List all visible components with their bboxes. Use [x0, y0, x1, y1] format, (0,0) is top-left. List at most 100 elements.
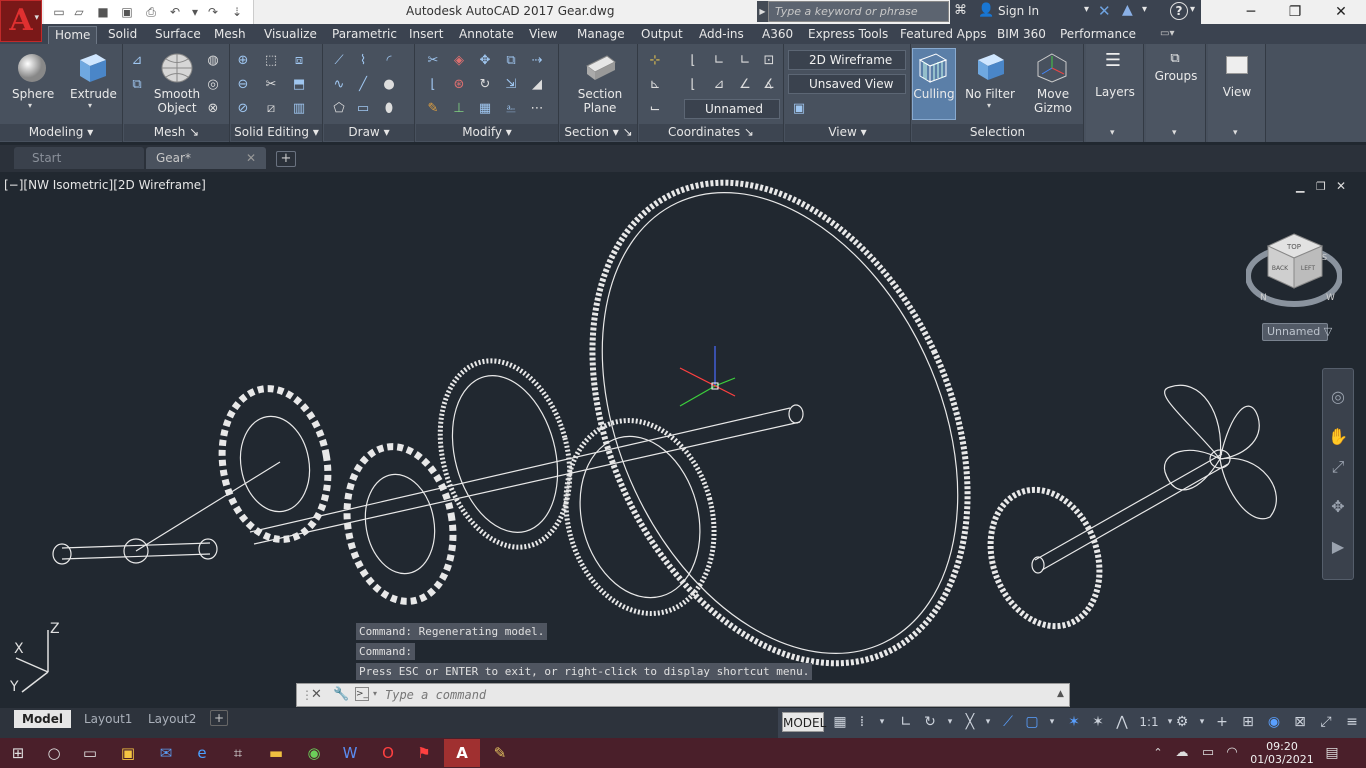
chevron-down-icon[interactable]: ▾: [987, 101, 991, 110]
undo-dropdown-icon[interactable]: ▾: [188, 5, 202, 19]
zoom-extents-icon[interactable]: ⤢: [1326, 455, 1350, 479]
tab-mesh[interactable]: Mesh: [214, 26, 246, 44]
paint-icon[interactable]: ✎: [482, 739, 518, 767]
visual-style-dropdown[interactable]: 2D Wireframe: [788, 50, 906, 70]
ucs-view-icon[interactable]: ⊿: [710, 76, 728, 94]
tab-parametric[interactable]: Parametric: [332, 26, 397, 44]
tab-layout1[interactable]: Layout1: [76, 710, 140, 728]
groups-button[interactable]: Groups: [1150, 69, 1202, 83]
ellipse-icon[interactable]: ⬮: [380, 100, 398, 118]
restore-button[interactable]: ❐: [1272, 0, 1318, 24]
circle-icon[interactable]: ●: [380, 76, 398, 94]
wifi-icon[interactable]: ◠: [1220, 739, 1244, 767]
panel-title-coordinates[interactable]: Coordinates ↘: [639, 124, 783, 141]
pan-icon[interactable]: ✋: [1326, 425, 1350, 449]
chevron-down-icon[interactable]: ▾: [1233, 128, 1238, 138]
customization-menu-icon[interactable]: ≡: [1342, 712, 1362, 732]
close-icon[interactable]: ✕: [311, 687, 322, 702]
ucs-z-icon[interactable]: ∠: [736, 76, 754, 94]
add-layout-button[interactable]: +: [210, 710, 228, 726]
system-clock[interactable]: 09:20 01/03/2021: [1246, 739, 1318, 767]
file-tab-start[interactable]: Start: [14, 147, 144, 169]
ucs-icon[interactable]: ⊹: [646, 52, 664, 70]
camera-icon[interactable]: ⌗: [220, 739, 256, 767]
polar-icon[interactable]: ↻: [920, 712, 940, 732]
customize-wrench-icon[interactable]: 🔧: [333, 687, 349, 702]
chevron-down-icon[interactable]: ▾: [1190, 4, 1195, 15]
tab-visualize[interactable]: Visualize: [264, 26, 317, 44]
mesh-refine-icon[interactable]: ◎: [204, 76, 222, 94]
copy-icon[interactable]: ⧉: [502, 52, 520, 70]
new-tab-button[interactable]: +: [276, 151, 296, 167]
viewport-config-icon[interactable]: ▣: [790, 100, 808, 118]
3d-mirror-icon[interactable]: ⊛: [450, 76, 468, 94]
clean-screen-icon[interactable]: ⤢: [1316, 712, 1336, 732]
rectangle-icon[interactable]: ▭: [354, 100, 372, 118]
autocad-taskbar-icon[interactable]: A: [444, 739, 480, 767]
user-icon[interactable]: 👤: [978, 3, 994, 18]
notification-icon[interactable]: ▤: [1318, 739, 1346, 767]
layers-button[interactable]: Layers: [1090, 85, 1140, 99]
move-icon[interactable]: ✥: [476, 52, 494, 70]
chevron-down-icon[interactable]: ▾: [940, 712, 960, 732]
file-tab-gear[interactable]: Gear* ✕: [146, 147, 266, 169]
line-icon[interactable]: ⟋: [330, 52, 348, 70]
chevron-down-icon[interactable]: ▾: [28, 101, 32, 110]
polygon-icon[interactable]: ⬠: [330, 100, 348, 118]
array-icon[interactable]: ▦: [476, 100, 494, 118]
tab-solid[interactable]: Solid: [108, 26, 137, 44]
windows-start-icon[interactable]: ⊞: [0, 739, 36, 767]
plot-icon[interactable]: ⎙: [144, 5, 158, 19]
tab-view[interactable]: View: [529, 26, 557, 44]
slice-icon[interactable]: ⧄: [262, 100, 280, 118]
hardware-acceleration-icon[interactable]: ⊠: [1290, 712, 1310, 732]
chevron-up-icon[interactable]: ⌃: [1148, 739, 1168, 767]
extrude-button[interactable]: Extrude: [70, 87, 117, 101]
word-icon[interactable]: W: [332, 739, 368, 767]
annotation-scale-icon[interactable]: ⋀: [1112, 712, 1132, 732]
section-plane-button[interactable]: Section Plane: [574, 87, 626, 115]
chevron-down-icon[interactable]: ▾: [373, 689, 377, 698]
tab-featured-apps[interactable]: Featured Apps: [900, 26, 986, 44]
viewcube[interactable]: TOP BACK LEFT N W S: [1246, 228, 1342, 310]
autodesk-a360-icon[interactable]: ▲: [1122, 2, 1133, 18]
chrome-icon[interactable]: ◉: [296, 739, 332, 767]
scale-icon[interactable]: ◢: [528, 76, 546, 94]
customize-qat-icon[interactable]: ⇣: [230, 5, 244, 19]
steering-wheel-icon[interactable]: ◎: [1326, 385, 1350, 409]
undo-icon[interactable]: ↶: [168, 5, 182, 19]
shell-icon[interactable]: ▥: [290, 100, 308, 118]
subtract-icon[interactable]: ⊖: [234, 76, 252, 94]
application-menu-button[interactable]: A ▾: [0, 0, 42, 42]
polyline-icon[interactable]: ⌇: [354, 52, 372, 70]
panel-title-modeling[interactable]: Modeling ▾: [0, 124, 122, 141]
3d-rotate-icon[interactable]: ◈: [450, 52, 468, 70]
tab-home[interactable]: Home: [48, 26, 98, 44]
isolate-objects-icon[interactable]: ◉: [1264, 712, 1284, 732]
chevron-down-icon[interactable]: ▾: [872, 712, 892, 732]
tab-model[interactable]: Model: [14, 710, 72, 728]
orbit-icon[interactable]: ✥: [1326, 495, 1350, 519]
command-input[interactable]: Type a command: [385, 688, 486, 702]
edge-icon[interactable]: e: [184, 739, 220, 767]
tab-surface[interactable]: Surface: [155, 26, 201, 44]
chevron-down-icon[interactable]: ▾: [88, 101, 92, 110]
spline-icon[interactable]: ∿: [330, 76, 348, 94]
ucs-world-icon[interactable]: ∟: [710, 52, 728, 70]
onedrive-icon[interactable]: ☁: [1170, 739, 1194, 767]
task-view-icon[interactable]: ▭: [72, 739, 108, 767]
store-icon[interactable]: ▣: [110, 739, 146, 767]
rotate-icon[interactable]: ↻: [476, 76, 494, 94]
chevron-down-icon[interactable]: ▾: [1084, 4, 1089, 15]
chevron-down-icon[interactable]: ▾: [1142, 4, 1147, 15]
battery-icon[interactable]: ▭: [1196, 739, 1220, 767]
panel-title-selection[interactable]: Selection: [912, 124, 1083, 141]
ucs-x-icon[interactable]: ∟: [736, 52, 754, 70]
mail-icon[interactable]: ✉: [148, 739, 184, 767]
isodraft-icon[interactable]: ⟋: [998, 712, 1018, 732]
chevron-down-icon[interactable]: ▾: [1042, 712, 1062, 732]
grid-icon[interactable]: ▦: [830, 712, 850, 732]
explode-icon[interactable]: ⇲: [502, 76, 520, 94]
chevron-down-icon[interactable]: ▾: [1192, 712, 1212, 732]
arc-icon[interactable]: ◜: [380, 52, 398, 70]
